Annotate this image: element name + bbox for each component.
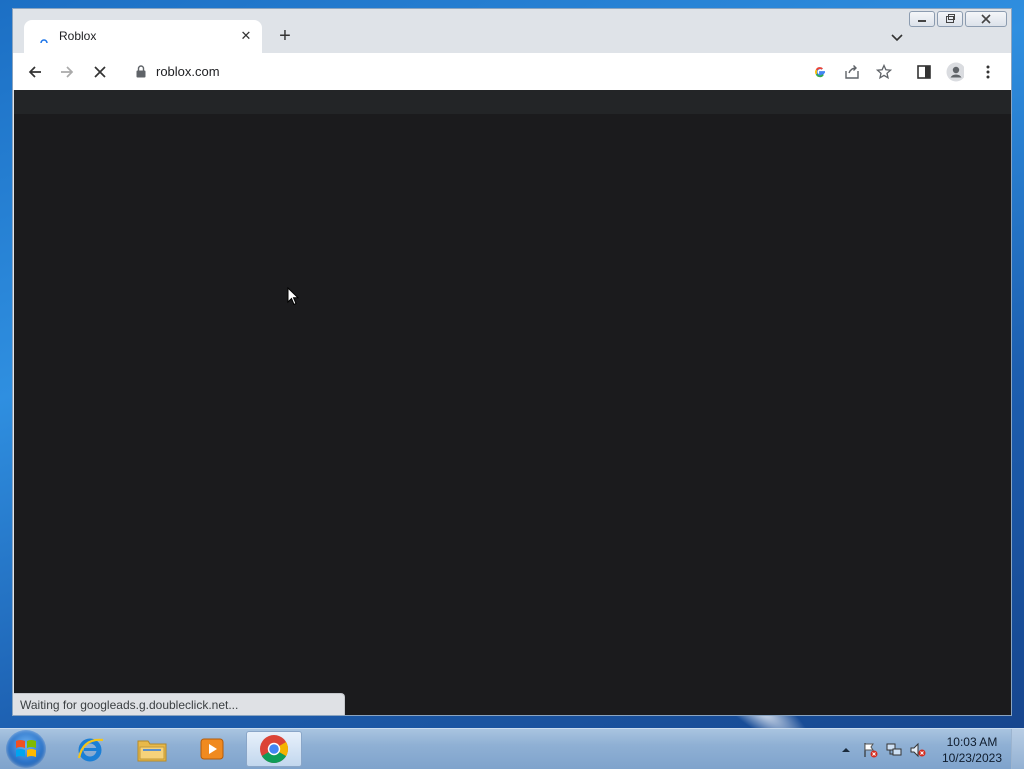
stop-loading-button[interactable]: [91, 63, 109, 81]
google-g-icon: [815, 67, 825, 78]
taskbar: 10:03 AM 10/23/2023: [0, 728, 1024, 769]
taskbar-internet-explorer[interactable]: [62, 731, 118, 767]
show-hidden-icons-button[interactable]: [838, 742, 854, 758]
arrow-left-icon: [28, 66, 41, 78]
side-panel-button[interactable]: [915, 63, 933, 81]
speaker-muted-icon: [910, 742, 926, 758]
page-header-bar: [14, 90, 1011, 114]
taskbar-chrome[interactable]: [246, 731, 302, 767]
action-center-flag[interactable]: [862, 742, 878, 758]
profile-button[interactable]: [946, 62, 964, 82]
menu-button[interactable]: [979, 63, 997, 81]
tab-title: Roblox: [59, 29, 97, 43]
start-button[interactable]: [6, 730, 46, 768]
taskbar-windows-explorer[interactable]: [124, 731, 180, 767]
taskbar-media-player[interactable]: [184, 731, 240, 767]
volume-muted[interactable]: [910, 742, 926, 758]
tab-close-button[interactable]: ✕: [238, 28, 254, 44]
flag-error-icon: [864, 743, 878, 758]
clock-date: 10/23/2023: [941, 751, 1002, 765]
windows-logo-icon: [16, 740, 36, 757]
chevron-down-icon: [891, 34, 903, 42]
folder-icon: [137, 740, 167, 762]
network-icon: [886, 743, 902, 756]
status-bubble: Waiting for googleads.g.doubleclick.net.…: [14, 693, 345, 715]
loading-favicon-icon: [40, 36, 48, 44]
tab-search-button[interactable]: [889, 29, 905, 45]
new-tab-button[interactable]: +: [275, 26, 295, 46]
browser-toolbar: roblox.com: [13, 53, 1011, 90]
show-desktop-button[interactable]: [1011, 729, 1024, 769]
browser-window: Roblox ✕ + roblox.com Waiting for google…: [12, 8, 1012, 716]
mouse-cursor-icon: [287, 287, 299, 306]
back-button[interactable]: [26, 63, 44, 81]
forward-button[interactable]: [58, 63, 76, 81]
star-icon: [876, 64, 892, 80]
clock-time: 10:03 AM: [946, 735, 998, 749]
chrome-icon: [260, 735, 288, 763]
address-bar[interactable]: roblox.com: [123, 57, 873, 86]
avatar-icon: [946, 62, 964, 82]
internet-explorer-icon: [77, 738, 104, 762]
share-icon: [845, 65, 859, 79]
bookmark-button[interactable]: [875, 63, 893, 81]
media-player-icon: [200, 738, 224, 760]
page-content[interactable]: Waiting for googleads.g.doubleclick.net.…: [14, 90, 1011, 715]
clock[interactable]: 10:03 AM 10/23/2023: [942, 734, 1002, 766]
side-panel-icon: [917, 65, 931, 79]
google-lens-button[interactable]: [811, 63, 829, 81]
system-tray: 10:03 AM 10/23/2023: [834, 729, 1024, 769]
share-button[interactable]: [843, 63, 861, 81]
kebab-menu-icon: [986, 65, 990, 79]
lock-icon: [135, 65, 147, 78]
tab-roblox[interactable]: Roblox ✕: [24, 20, 262, 53]
network-status[interactable]: [886, 742, 902, 758]
arrow-right-icon: [61, 66, 74, 78]
url-text: roblox.com: [156, 64, 220, 79]
tab-strip: Roblox ✕ +: [13, 9, 1011, 53]
close-icon: [94, 66, 106, 78]
chevron-up-icon: [842, 748, 850, 752]
